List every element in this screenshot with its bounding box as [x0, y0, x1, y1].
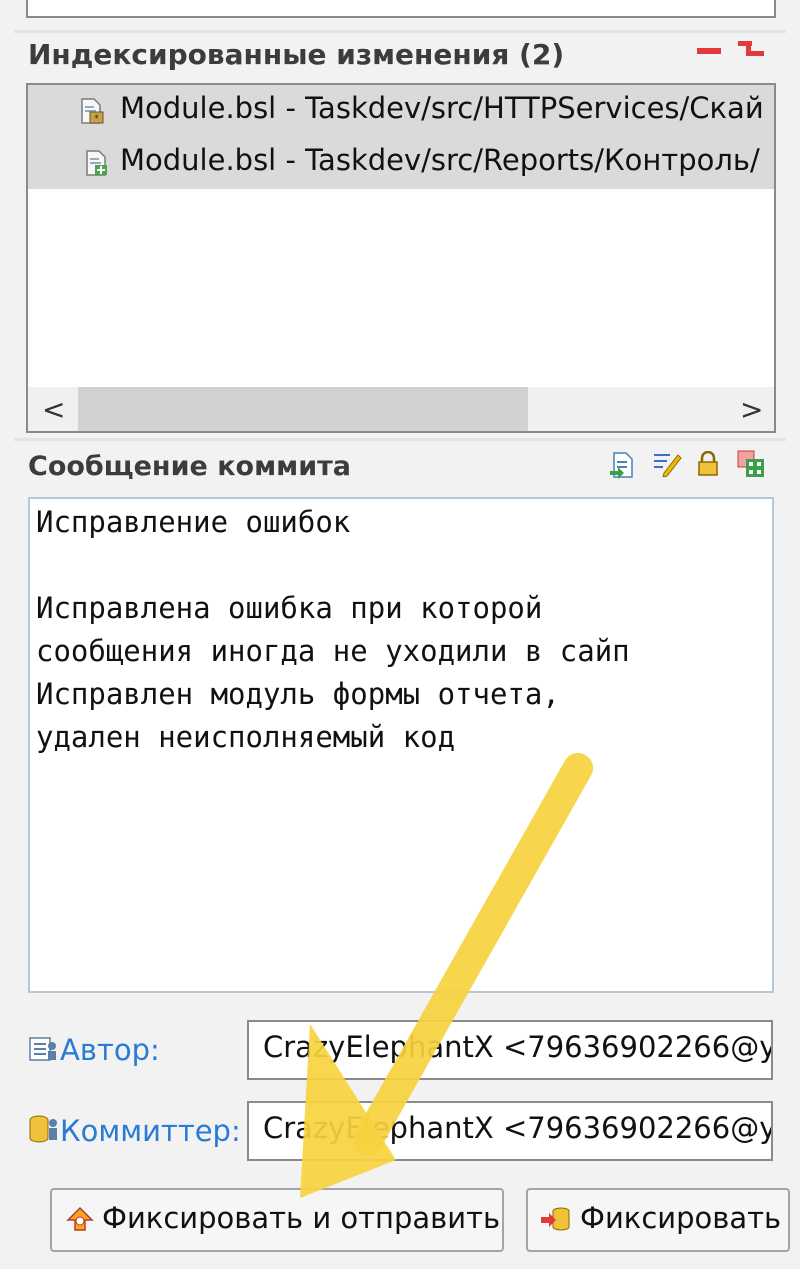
staged-files-list[interactable]: * Module.bsl - Taskdev/src/HTTPServices/… [26, 83, 776, 433]
svg-text:*: * [94, 114, 99, 124]
author-icon [29, 1037, 56, 1061]
compare-icon[interactable] [608, 451, 636, 479]
commit-push-icon [66, 1206, 94, 1231]
scroll-left-arrow[interactable]: < [42, 393, 65, 426]
message-line: удален неисполняемый код [36, 720, 456, 754]
added-file-icon [86, 150, 107, 176]
change-id-icon[interactable] [736, 449, 766, 479]
author-field[interactable]: CrazyElephantX <79636902266@y [247, 1020, 773, 1080]
horizontal-scrollbar[interactable]: < > [28, 387, 774, 431]
author-label: Автор: [60, 1033, 160, 1067]
divider [14, 438, 786, 441]
list-item-label: Module.bsl - Taskdev/src/HTTPServices/Ск… [120, 91, 764, 125]
committer-value: CrazyElephantX <79636902266@y [263, 1111, 773, 1145]
commit-icon [541, 1207, 570, 1231]
commit-button[interactable]: Фиксировать [526, 1188, 790, 1252]
list-item[interactable]: Module.bsl - Taskdev/src/Reports/Контрол… [28, 137, 774, 189]
message-line: Исправлен модуль формы отчета, [36, 677, 560, 711]
divider [14, 30, 786, 33]
message-line: Исправление ошибок [36, 505, 351, 539]
commit-label: Фиксировать [580, 1201, 782, 1235]
scroll-right-arrow[interactable]: > [740, 393, 763, 426]
edit-icon[interactable] [652, 449, 682, 477]
sign-off-icon[interactable] [696, 451, 720, 477]
commit-and-push-label: Фиксировать и отправить [102, 1201, 501, 1235]
commit-message-textarea[interactable]: Исправление ошибок Исправлена ошибка при… [28, 497, 774, 993]
committer-icon [29, 1115, 57, 1143]
message-line: Исправлена ошибка при которой [36, 591, 543, 625]
remove-all-icon[interactable] [736, 38, 766, 62]
list-item[interactable]: * Module.bsl - Taskdev/src/HTTPServices/… [28, 85, 774, 137]
modified-file-icon: * [81, 98, 104, 124]
message-line: сообщения иногда не уходили в сайп [36, 634, 630, 668]
remove-icon[interactable] [696, 44, 722, 58]
committer-field[interactable]: CrazyElephantX <79636902266@y [247, 1101, 773, 1161]
staged-section-title: Индексированные изменения (2) [28, 38, 565, 71]
scrollbar-thumb[interactable] [78, 387, 528, 431]
commit-and-push-button[interactable]: Фиксировать и отправить [50, 1188, 504, 1252]
author-value: CrazyElephantX <79636902266@y [263, 1030, 773, 1064]
committer-label: Коммиттер: [60, 1114, 241, 1148]
commit-message-title: Сообщение коммита [28, 451, 352, 482]
list-item-label: Module.bsl - Taskdev/src/Reports/Контрол… [120, 143, 760, 177]
unstaged-list-box[interactable] [26, 0, 776, 18]
